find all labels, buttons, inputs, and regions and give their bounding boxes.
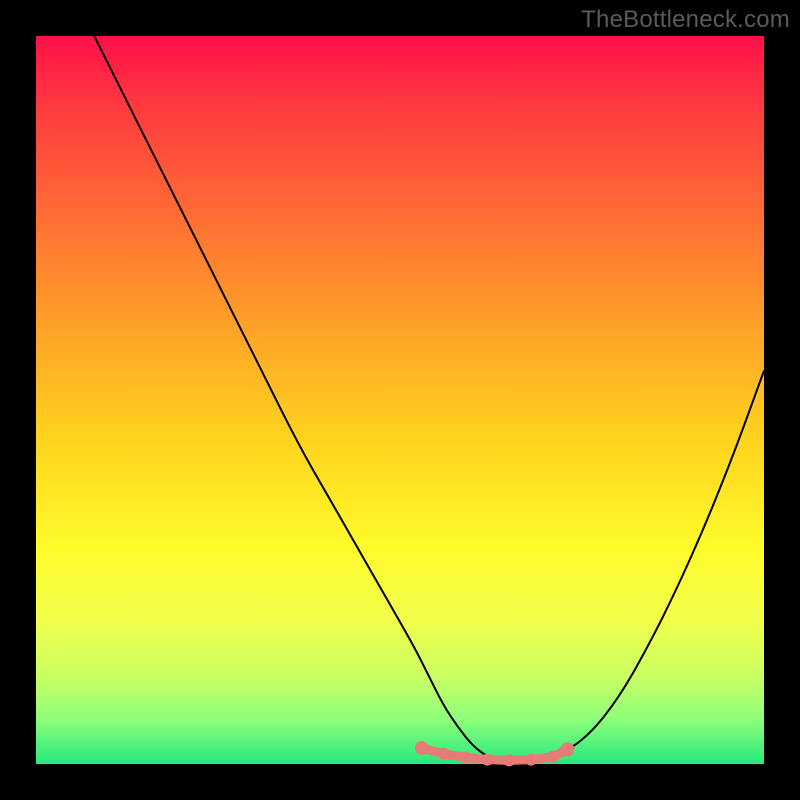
marker-dot — [415, 741, 429, 755]
marker-dot — [481, 754, 493, 766]
marker-dot — [525, 754, 537, 766]
marker-dot — [460, 751, 472, 763]
plot-background — [36, 36, 764, 764]
watermark-text: TheBottleneck.com — [581, 6, 790, 34]
marker-dot — [438, 748, 450, 760]
marker-dot — [560, 742, 574, 756]
chart-frame: TheBottleneck.com — [0, 0, 800, 800]
marker-dot — [503, 754, 515, 766]
bottleneck-chart — [0, 0, 800, 800]
marker-dot — [547, 751, 559, 763]
